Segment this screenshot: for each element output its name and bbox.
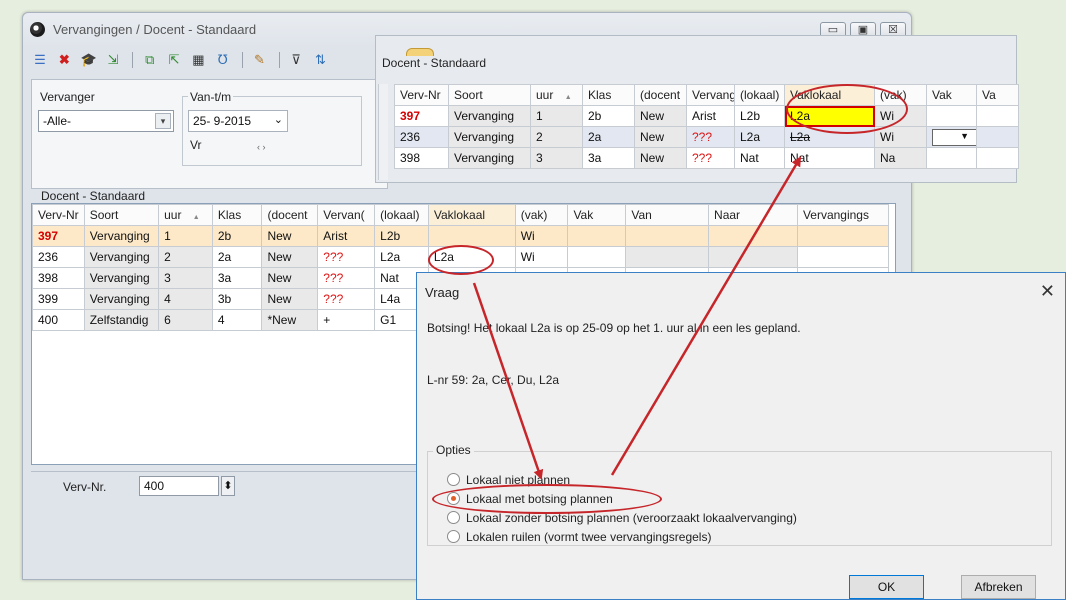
- annotation-arrow-down: [472, 282, 544, 480]
- annotation-arrow-up: [610, 156, 802, 476]
- annotation-arrows: [472, 156, 802, 480]
